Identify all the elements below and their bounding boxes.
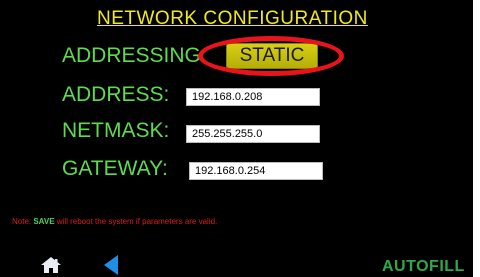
home-button[interactable] [40,256,62,274]
note-suffix: will reboot the system if parameters are… [54,217,218,226]
addressing-mode-button[interactable]: STATIC [226,43,318,69]
address-field[interactable] [186,88,320,106]
address-label: ADDRESS: [62,83,170,106]
note-save-word: SAVE [33,217,55,226]
page-title: NETWORK CONFIGURATION [97,8,368,29]
netmask-field[interactable] [186,125,320,143]
network-config-screen: NETWORK CONFIGURATION ADDRESSING: STATIC… [0,0,480,277]
addressing-label: ADDRESSING: [62,44,207,67]
note-prefix: Note: [12,217,34,226]
home-icon [41,257,61,273]
autofill-brand-text: AUTOFILL [382,258,465,275]
netmask-label: NETMASK: [62,119,170,142]
gateway-label: GATEWAY: [62,157,168,180]
back-button[interactable] [102,254,120,276]
gateway-field[interactable] [189,162,323,180]
right-edge-border [473,0,480,277]
back-arrow-icon [104,255,118,275]
save-note: Note: SAVE will reboot the system if par… [12,217,217,226]
